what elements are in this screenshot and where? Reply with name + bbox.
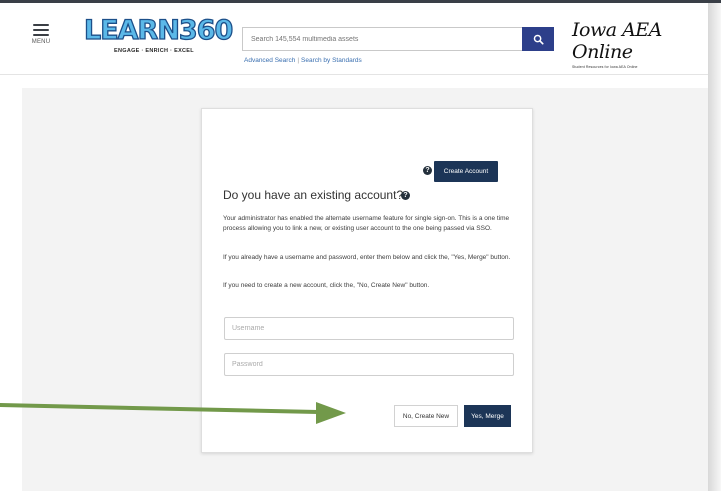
sso-explanation-text: Your administrator has enabled the alter…	[223, 215, 510, 232]
iowa-aea-logo[interactable]: Iowa AEA Online Student Resources for Io…	[572, 19, 696, 69]
hamburger-icon	[30, 24, 52, 36]
search-by-standards-link[interactable]: Search by Standards	[301, 57, 362, 64]
page: MENU LEARN360 ENGAGE · ENRICH · EXCEL Ad…	[0, 0, 721, 491]
learn360-logo[interactable]: LEARN360 ENGAGE · ENRICH · EXCEL	[80, 14, 234, 65]
partner-title: Iowa AEA Online	[572, 19, 662, 63]
yes-merge-button[interactable]: Yes, Merge	[464, 405, 511, 427]
heading-help-icon[interactable]: ?	[401, 191, 410, 200]
search-input[interactable]	[242, 27, 522, 51]
partner-subtitle: Student Resources for Iowa AEA Online	[572, 65, 638, 69]
logo-tagline: ENGAGE · ENRICH · EXCEL	[114, 48, 194, 54]
username-field[interactable]	[224, 317, 514, 340]
menu-label: MENU	[31, 39, 51, 45]
create-instructions-text: If you need to create a new account, cli…	[223, 282, 430, 289]
logo-wordmark: LEARN360	[83, 14, 234, 46]
link-separator: |	[297, 57, 300, 64]
window-edge-shadow	[708, 3, 721, 491]
advanced-search-link[interactable]: Advanced Search	[244, 57, 295, 64]
no-create-new-button[interactable]: No, Create New	[394, 405, 458, 427]
password-field[interactable]	[224, 353, 514, 376]
search-bar	[242, 27, 554, 51]
merge-instructions-text: If you already have a username and passw…	[223, 254, 511, 261]
help-icon[interactable]: ?	[423, 166, 432, 175]
site-header: MENU LEARN360 ENGAGE · ENRICH · EXCEL Ad…	[0, 3, 708, 75]
menu-button[interactable]: MENU	[30, 21, 52, 45]
create-account-button[interactable]: Create Account	[434, 161, 498, 182]
search-icon	[533, 34, 544, 45]
search-button[interactable]	[522, 27, 554, 51]
search-links: Advanced Search | Search by Standards	[244, 57, 362, 64]
card-heading: Do you have an existing account?	[223, 188, 404, 202]
account-merge-card: ? Create Account Do you have an existing…	[201, 108, 533, 453]
